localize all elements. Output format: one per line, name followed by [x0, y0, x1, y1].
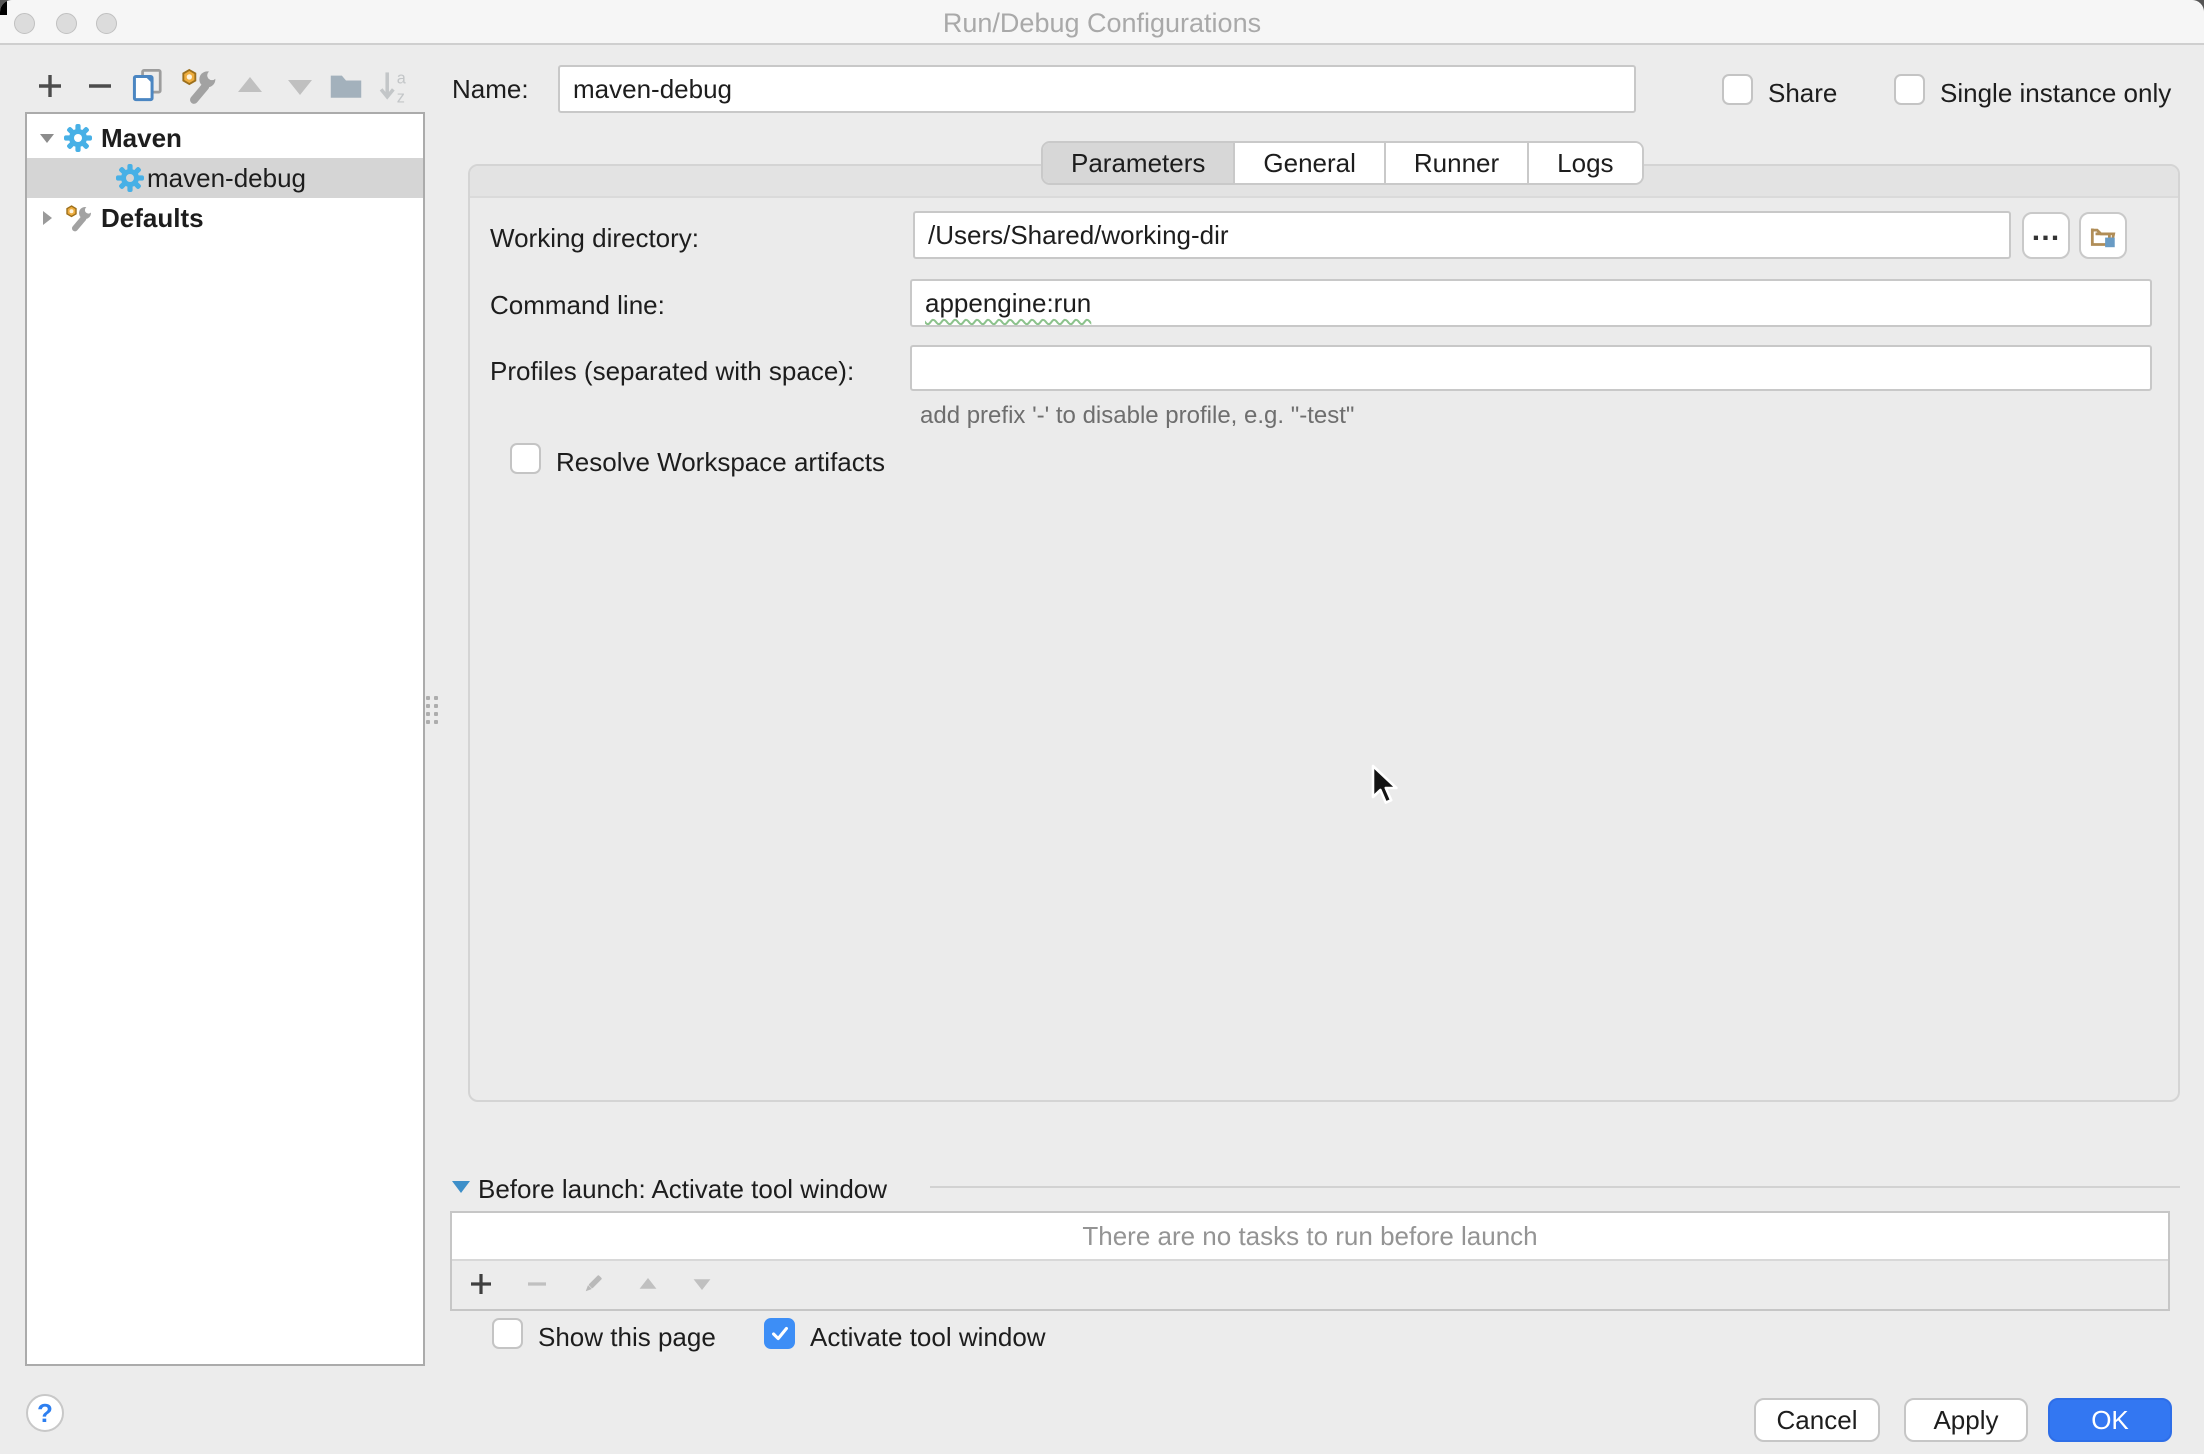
- share-checkbox[interactable]: [1722, 74, 1753, 105]
- sort-az-icon: a z: [379, 69, 407, 105]
- screen-artifact: [0, 0, 7, 15]
- move-task-up-button[interactable]: [636, 1272, 660, 1296]
- tree-item-label: maven-debug: [147, 162, 306, 193]
- svg-text:a: a: [397, 69, 407, 87]
- before-launch-task-list: There are no tasks to run before launch: [450, 1211, 2170, 1311]
- resolve-workspace-label: Resolve Workspace artifacts: [556, 447, 885, 477]
- profiles-label: Profiles (separated with space):: [490, 356, 855, 386]
- tree-item-label: Maven: [101, 122, 182, 153]
- wrench-nut-icon: [182, 68, 217, 104]
- show-this-page-checkbox[interactable]: [492, 1318, 523, 1349]
- cancel-button[interactable]: Cancel: [1754, 1398, 1880, 1442]
- command-line-value: appengine:run: [925, 287, 1092, 318]
- maven-gear-icon: [64, 124, 92, 152]
- question-mark-icon: ?: [37, 1397, 53, 1428]
- profiles-input[interactable]: [910, 345, 2152, 391]
- ok-button[interactable]: OK: [2048, 1398, 2172, 1442]
- triangle-down-icon: [288, 80, 312, 95]
- check-icon: [771, 1326, 788, 1340]
- move-task-down-button[interactable]: [690, 1272, 714, 1296]
- tab-general[interactable]: General: [1233, 143, 1384, 183]
- folder-icon: [330, 75, 362, 98]
- remove-task-button[interactable]: [524, 1271, 550, 1297]
- copy-configuration-button[interactable]: [126, 64, 170, 108]
- before-launch-collapse-arrow[interactable]: [452, 1181, 470, 1193]
- working-directory-label: Working directory:: [490, 223, 700, 253]
- maven-gear-icon: [116, 164, 144, 192]
- collapsed-arrow-icon[interactable]: [37, 209, 57, 227]
- resolve-workspace-checkbox[interactable]: [510, 443, 541, 474]
- choose-folder-button[interactable]: [2079, 212, 2127, 259]
- title-bar[interactable]: Run/Debug Configurations: [0, 0, 2204, 45]
- mouse-cursor: [1371, 764, 1398, 804]
- triangle-up-icon: [238, 77, 262, 92]
- add-configuration-button[interactable]: [28, 64, 72, 108]
- tab-runner[interactable]: Runner: [1383, 143, 1528, 183]
- create-folder-button[interactable]: [324, 64, 368, 108]
- settings-tabs: Parameters General Runner Logs: [1041, 141, 1644, 185]
- share-label: Share: [1768, 78, 1838, 108]
- show-this-page-label: Show this page: [538, 1322, 716, 1352]
- move-up-button[interactable]: [228, 64, 272, 108]
- expanded-arrow-icon[interactable]: [37, 129, 57, 147]
- help-button[interactable]: ?: [26, 1394, 64, 1432]
- tree-item-maven[interactable]: Maven: [27, 118, 423, 158]
- pencil-icon: [585, 1275, 602, 1292]
- add-task-button[interactable]: [468, 1271, 494, 1297]
- name-input[interactable]: [558, 65, 1636, 113]
- tree-item-defaults[interactable]: Defaults: [27, 198, 423, 238]
- single-instance-checkbox[interactable]: [1894, 74, 1925, 105]
- move-down-button[interactable]: [278, 64, 322, 108]
- splitter-handle[interactable]: [426, 696, 440, 736]
- task-toolbar: [452, 1261, 2168, 1307]
- configurations-tree: Maven maven-debug Defaults: [25, 112, 425, 1366]
- wrench-nut-icon: [66, 205, 93, 232]
- plus-icon: [471, 1274, 491, 1294]
- ellipsis-icon: …: [2030, 213, 2062, 247]
- remove-configuration-button[interactable]: [78, 64, 122, 108]
- command-line-label: Command line:: [490, 290, 665, 320]
- name-label: Name:: [452, 74, 529, 104]
- before-launch-divider: [930, 1186, 2180, 1188]
- apply-button[interactable]: Apply: [1904, 1398, 2028, 1442]
- working-directory-input[interactable]: [913, 211, 2011, 259]
- triangle-up-icon: [639, 1278, 657, 1289]
- minus-icon: [528, 1282, 546, 1286]
- sort-configurations-button[interactable]: a z: [372, 64, 416, 108]
- before-launch-title: Before launch: Activate tool window: [478, 1174, 888, 1204]
- browse-button[interactable]: …: [2022, 212, 2070, 259]
- window-title: Run/Debug Configurations: [942, 8, 1262, 38]
- edit-task-button[interactable]: [580, 1271, 606, 1297]
- run-debug-configurations-dialog: Run/Debug Configurations a z Maven maven…: [0, 0, 2204, 1454]
- plus-icon: [39, 75, 61, 97]
- empty-task-message: There are no tasks to run before launch: [452, 1213, 2168, 1261]
- single-instance-label: Single instance only: [1940, 78, 2172, 108]
- tree-item-maven-debug[interactable]: maven-debug: [27, 158, 423, 198]
- svg-text:z: z: [397, 88, 405, 105]
- profiles-hint: add prefix '-' to disable profile, e.g. …: [920, 402, 1355, 429]
- minus-icon: [89, 84, 111, 88]
- tab-logs[interactable]: Logs: [1527, 143, 1642, 183]
- activate-tool-window-checkbox[interactable]: [764, 1318, 795, 1349]
- edit-defaults-button[interactable]: [176, 64, 220, 108]
- copy-icon: [132, 69, 162, 102]
- tab-parameters[interactable]: Parameters: [1043, 143, 1234, 183]
- command-line-input[interactable]: appengine:run: [910, 279, 2152, 327]
- folder-blue-icon: [2090, 228, 2116, 247]
- triangle-down-icon: [693, 1279, 711, 1290]
- tree-item-label: Defaults: [101, 202, 204, 233]
- activate-tool-window-label: Activate tool window: [810, 1322, 1046, 1352]
